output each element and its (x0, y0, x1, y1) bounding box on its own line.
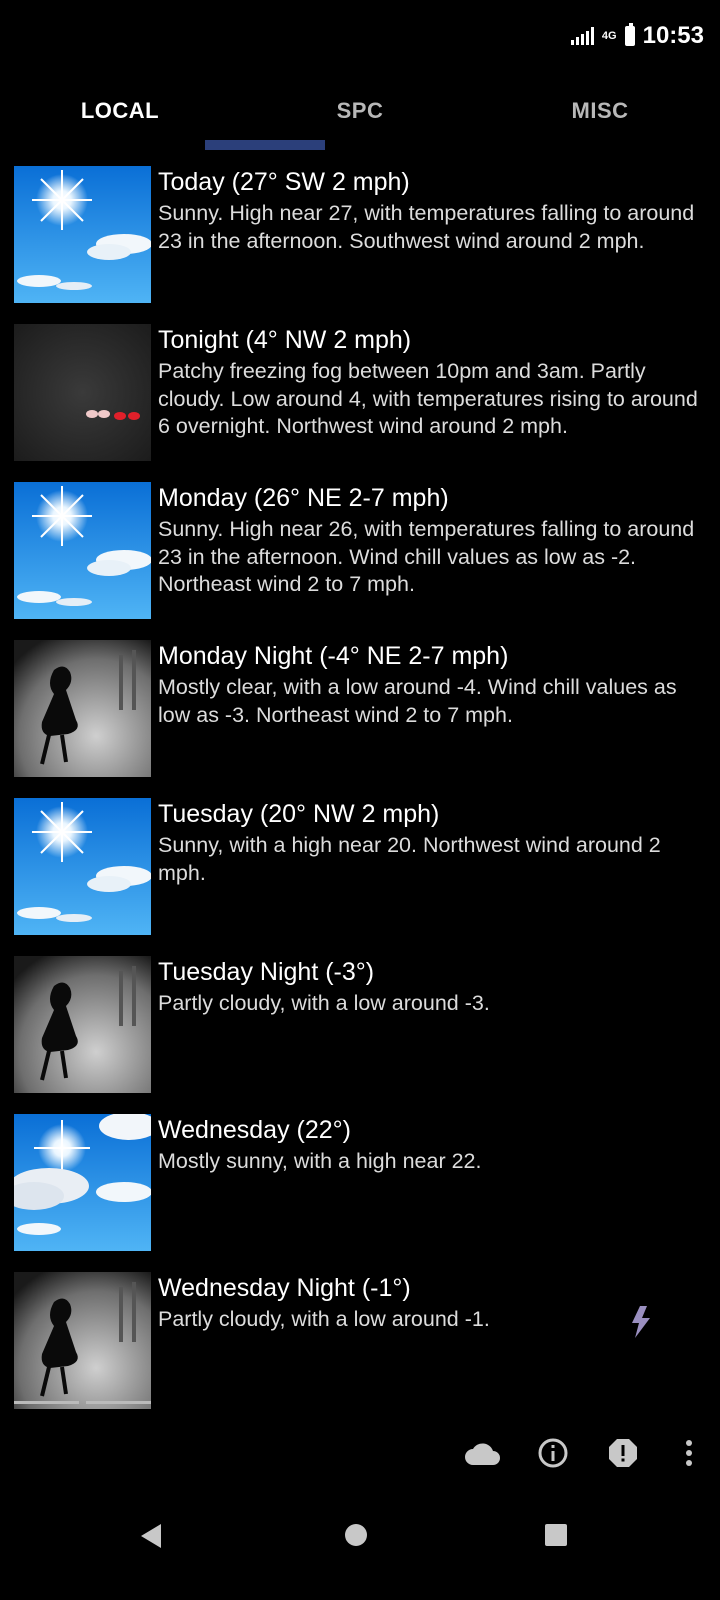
mostly-sunny-icon (14, 1114, 151, 1251)
sunny-icon (14, 482, 151, 619)
forecast-description: Partly cloudy, with a low around -1. (158, 1307, 490, 1331)
forecast-row[interactable]: Tuesday Night (-3°) Partly cloudy, with … (0, 940, 720, 1098)
signal-icon (570, 27, 594, 45)
radar-image-strip (0, 140, 720, 150)
forecast-description: Mostly sunny, with a high near 22. (158, 1149, 482, 1173)
alert-icon[interactable] (588, 1437, 658, 1469)
lightning-icon[interactable] (630, 1306, 652, 1343)
forecast-title: Monday Night (-4° NE 2-7 mph) (158, 642, 509, 670)
cloud-icon[interactable] (448, 1440, 518, 1466)
forecast-row[interactable]: Monday (26° NE 2-7 mph) Sunny. High near… (0, 466, 720, 624)
forecast-description: Sunny, with a high near 20. Northwest wi… (158, 833, 661, 885)
forecast-title: Monday (26° NE 2-7 mph) (158, 484, 449, 512)
cold-night-icon (14, 640, 151, 777)
tab-spc[interactable]: SPC (240, 76, 480, 146)
forecast-row[interactable]: Tuesday (20° NW 2 mph) Sunny, with a hig… (0, 782, 720, 940)
forecast-title: Tonight (4° NW 2 mph) (158, 326, 412, 354)
system-nav-bar (0, 1500, 720, 1600)
forecast-description: Sunny. High near 26, with temperatures f… (158, 517, 695, 596)
forecast-title: Today (27° SW 2 mph) (158, 168, 410, 196)
forecast-title: Tuesday (20° NW 2 mph) (158, 800, 440, 828)
fog-icon (14, 324, 151, 461)
sunny-icon (14, 166, 151, 303)
forecast-title: Tuesday Night (-3°) (158, 958, 375, 986)
info-icon[interactable] (518, 1437, 588, 1469)
cold-night-icon (14, 1272, 151, 1409)
forecast-row[interactable]: Tonight (4° NW 2 mph) Patchy freezing fo… (0, 308, 720, 466)
cold-night-icon (14, 956, 151, 1093)
battery-icon (624, 23, 635, 46)
status-icons: 4G 10:53 (570, 22, 704, 50)
more-vert-icon[interactable] (658, 1439, 720, 1467)
recents-icon[interactable] (545, 1524, 567, 1546)
partial-row-strip (14, 1401, 151, 1405)
forecast-title: Wednesday Night (-1°) (158, 1274, 411, 1302)
forecast-row[interactable]: Today (27° SW 2 mph) Sunny. High near 27… (0, 150, 720, 308)
status-bar: 4G 10:53 (0, 0, 720, 76)
status-time: 10:53 (642, 22, 704, 49)
bottom-toolbar (448, 1428, 720, 1478)
forecast-description: Partly cloudy, with a low around -3. (158, 991, 490, 1015)
forecast-row[interactable]: Monday Night (-4° NE 2-7 mph) Mostly cle… (0, 624, 720, 782)
sunny-icon (14, 798, 151, 935)
network-type: 4G (601, 30, 617, 42)
forecast-row[interactable]: Wednesday Night (-1°) Partly cloudy, wit… (0, 1256, 720, 1414)
back-icon[interactable] (139, 1523, 163, 1554)
forecast-description: Patchy freezing fog between 10pm and 3am… (158, 359, 698, 438)
tab-local[interactable]: LOCAL (0, 76, 240, 146)
forecast-title: Wednesday (22°) (158, 1116, 351, 1144)
forecast-description: Mostly clear, with a low around -4. Wind… (158, 675, 677, 727)
forecast-list: Today (27° SW 2 mph) Sunny. High near 27… (0, 150, 720, 1414)
forecast-description: Sunny. High near 27, with temperatures f… (158, 201, 695, 253)
tab-misc[interactable]: MISC (480, 76, 720, 146)
forecast-row[interactable]: Wednesday (22°) Mostly sunny, with a hig… (0, 1098, 720, 1256)
tab-bar: LOCAL SPC MISC (0, 76, 720, 146)
home-icon[interactable] (345, 1524, 367, 1546)
